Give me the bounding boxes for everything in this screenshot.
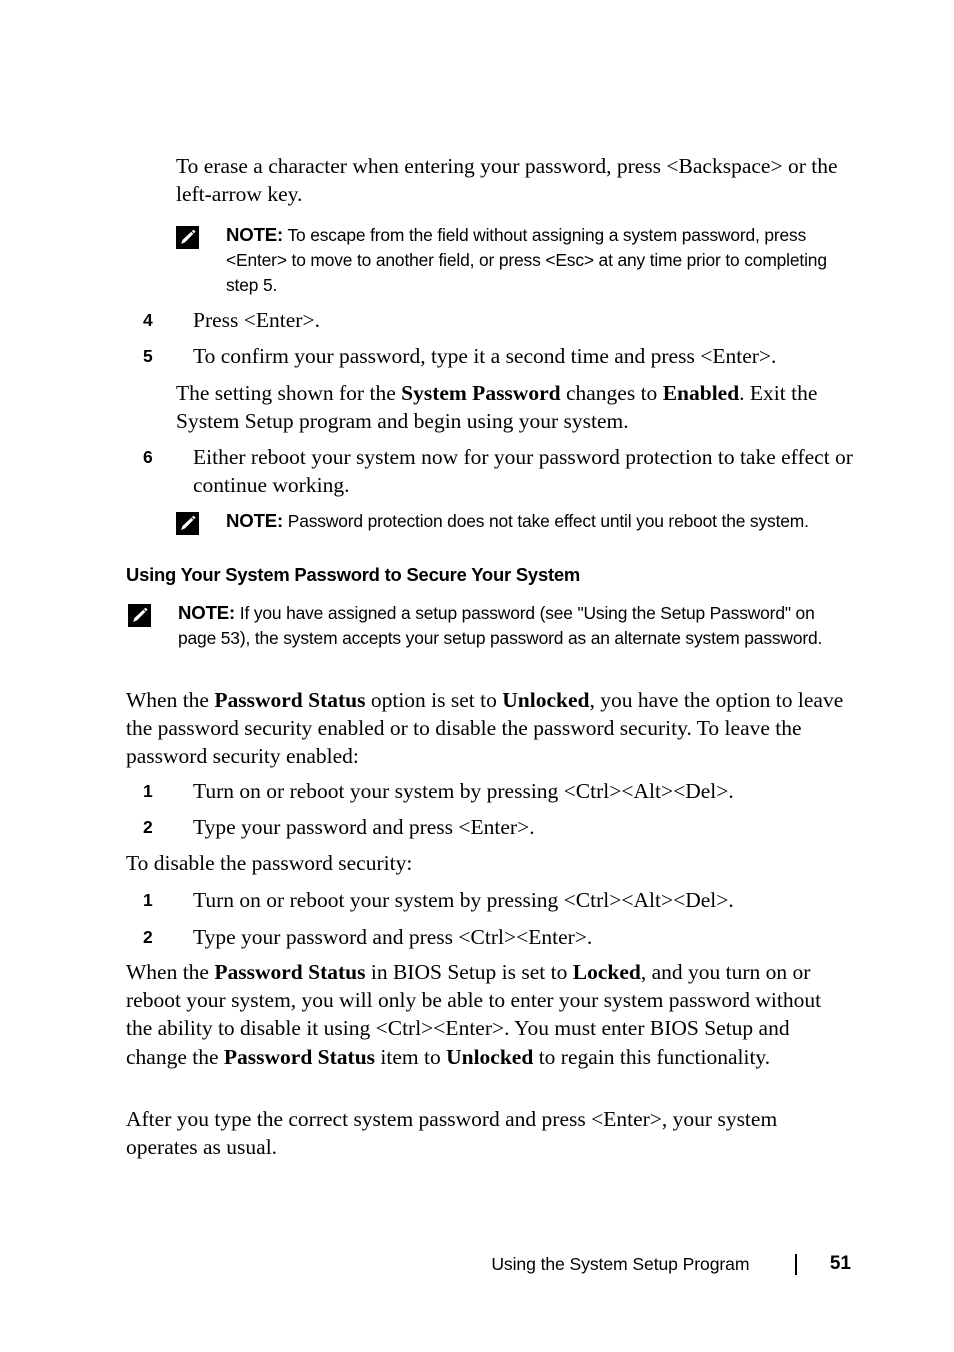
list-item: 2 Type your password and press <Ctrl><En… <box>143 923 853 951</box>
note-3-label: NOTE: <box>178 602 236 623</box>
paragraph-disable: To disable the password security: <box>126 851 413 875</box>
locked-bold4: Unlocked <box>446 1044 534 1069</box>
unlocked-bold1: Password Status <box>214 688 366 712</box>
list-text: Press <Enter>. <box>193 308 320 332</box>
note-pencil-icon <box>128 604 151 627</box>
followup-part1: The setting shown for the <box>176 381 402 405</box>
paragraph-final: After you type the correct system passwo… <box>126 1107 778 1160</box>
list-item: 5 To confirm your password, type it a se… <box>143 342 853 370</box>
note-2-body: Password protection does not take effect… <box>287 511 809 531</box>
locked-bold1: Password Status <box>214 960 366 984</box>
list-item: 4 Press <Enter>. <box>143 306 853 334</box>
note-2-text: NOTE: Password protection does not take … <box>226 508 852 534</box>
list-number: 5 <box>143 346 153 366</box>
note-pencil-icon <box>176 226 199 249</box>
note-1-body: To escape from the field without assigni… <box>226 225 827 296</box>
unlocked-part2: option is set to <box>365 688 503 712</box>
note-1-label: NOTE: <box>226 224 284 245</box>
paragraph-locked: When the Password Status in BIOS Setup i… <box>126 958 851 1071</box>
list-text: Turn on or reboot your system by pressin… <box>193 779 734 803</box>
list-text: Type your password and press <Ctrl><Ente… <box>193 925 593 949</box>
footer-separator <box>795 1253 797 1275</box>
locked-part5: to regain this functionality. <box>533 1044 771 1069</box>
followup-bold2: Enabled <box>662 381 740 405</box>
followup-bold1: System Password <box>401 381 561 405</box>
locked-part4: item to <box>375 1044 447 1069</box>
intro-paragraph: To erase a character when entering your … <box>176 154 838 207</box>
list-number: 1 <box>143 781 153 801</box>
note-block-1: NOTE: To escape from the field without a… <box>176 222 852 299</box>
list-text: Either reboot your system now for your p… <box>193 445 853 498</box>
note-pencil-icon <box>176 512 199 535</box>
locked-bold2: Locked <box>572 960 641 984</box>
list-item: 2 Type your password and press <Enter>. <box>143 813 853 841</box>
page-number: 51 <box>829 1253 851 1274</box>
section-heading: Using Your System Password to Secure You… <box>126 564 581 585</box>
list-text: To confirm your password, type it a seco… <box>193 344 777 368</box>
step5-followup-paragraph: The setting shown for the System Passwor… <box>176 379 848 435</box>
paragraph-unlocked: When the Password Status option is set t… <box>126 686 851 771</box>
list-number: 2 <box>143 927 153 947</box>
note-3-body: If you have assigned a setup password (s… <box>178 603 823 649</box>
note-3-text: NOTE: If you have assigned a setup passw… <box>178 600 852 651</box>
note-1-text: NOTE: To escape from the field without a… <box>226 222 852 299</box>
document-page: To erase a character when entering your … <box>0 0 954 1352</box>
footer-title: Using the System Setup Program <box>491 1253 750 1274</box>
list-item: 1 Turn on or reboot your system by press… <box>143 886 853 914</box>
list-text: Turn on or reboot your system by pressin… <box>193 888 734 912</box>
locked-part2: in BIOS Setup is set to <box>365 960 573 984</box>
note-block-2: NOTE: Password protection does not take … <box>176 508 852 535</box>
list-number: 2 <box>143 817 153 837</box>
note-2-label: NOTE: <box>226 510 284 531</box>
list-item: 6 Either reboot your system now for your… <box>143 443 853 499</box>
followup-part2: changes to <box>560 381 663 405</box>
list-number: 4 <box>143 310 153 330</box>
note-block-3: NOTE: If you have assigned a setup passw… <box>128 600 852 651</box>
page-footer: Using the System Setup Program 51 <box>126 1253 851 1283</box>
list-item: 1 Turn on or reboot your system by press… <box>143 777 853 805</box>
list-number: 6 <box>143 447 153 467</box>
unlocked-part1: When the <box>126 688 215 712</box>
unlocked-bold2: Unlocked <box>502 688 590 712</box>
locked-part1: When the <box>126 960 215 984</box>
list-number: 1 <box>143 890 153 910</box>
list-text: Type your password and press <Enter>. <box>193 815 535 839</box>
locked-bold3: Password Status <box>223 1044 376 1069</box>
